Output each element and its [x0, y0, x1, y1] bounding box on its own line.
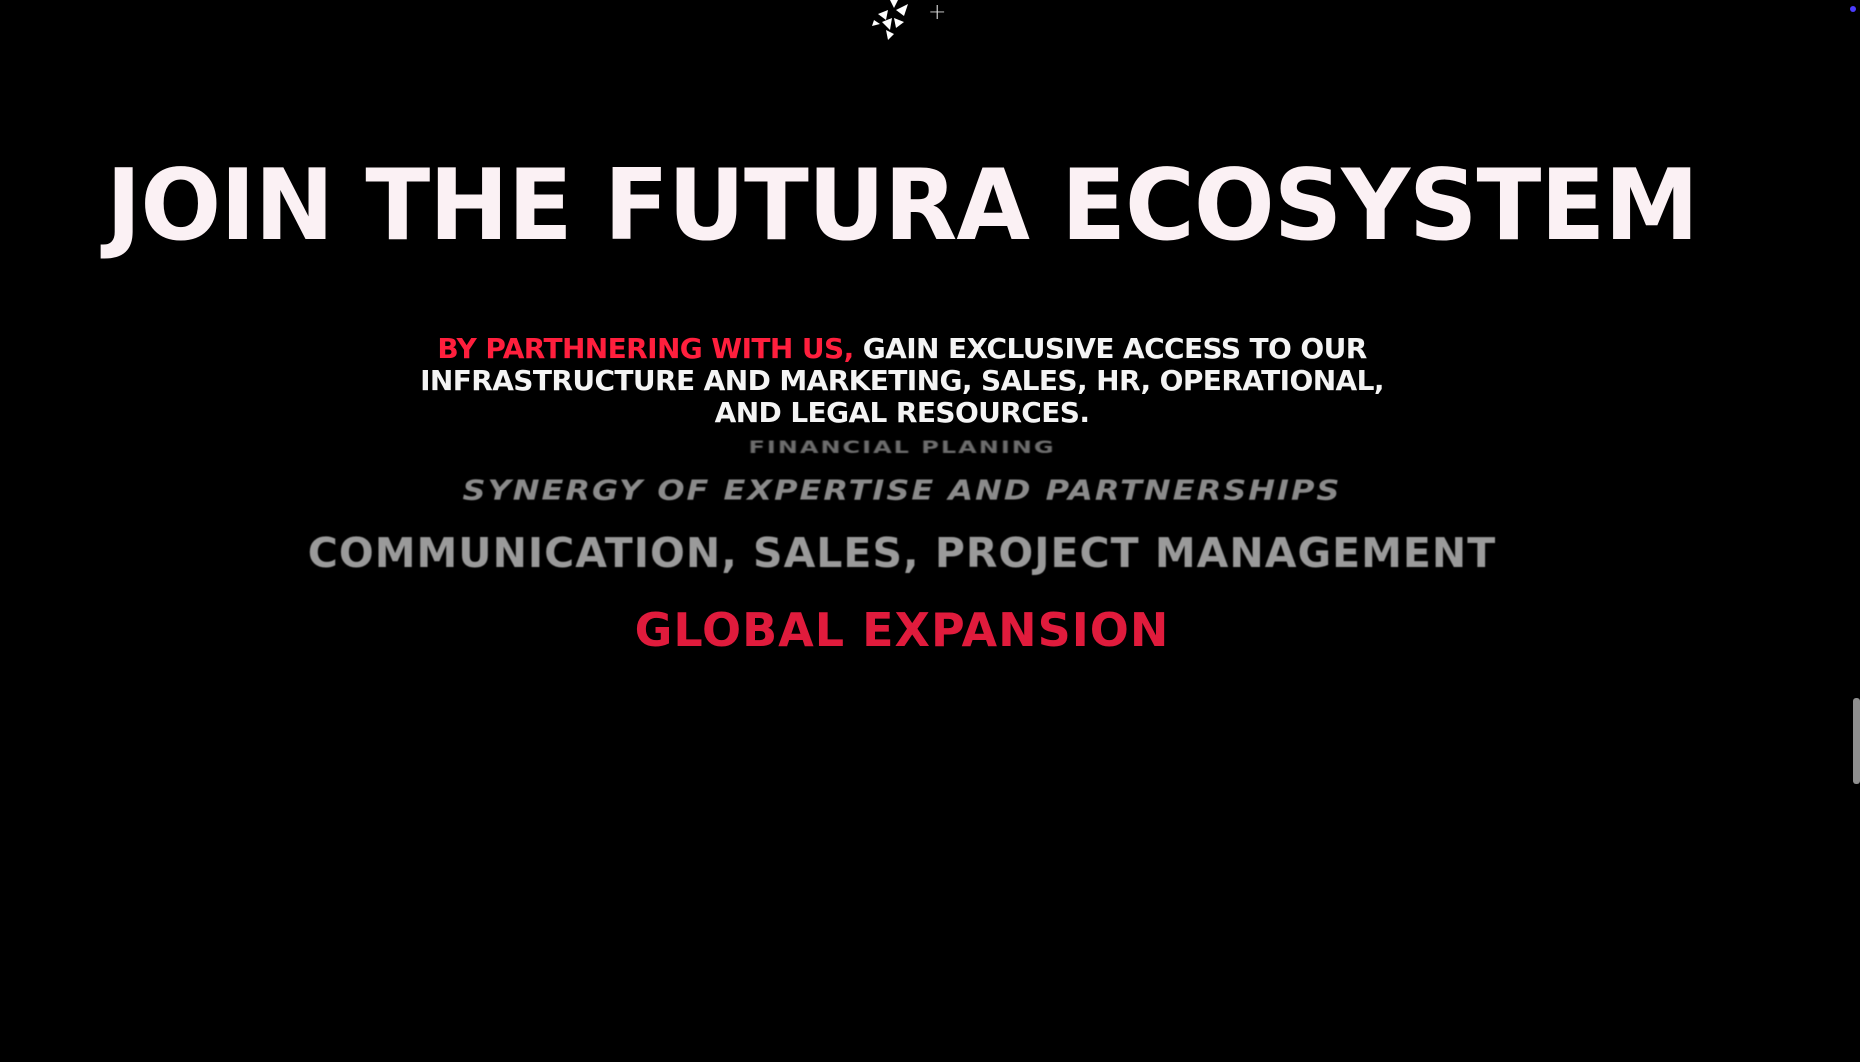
ticker-item-synergy: SYNERGY OF EXPERTISE AND PARTNERSHIPS [462, 473, 1342, 507]
page-title: JOIN THE FUTURA ECOSYSTEM [105, 149, 1699, 263]
partnership-intro: BY PARTHNERING WITH US, GAIN EXCLUSIVE A… [420, 333, 1384, 429]
ticker-item-global-expansion: GLOBAL EXPANSION [634, 603, 1170, 657]
ticker-item-communication: COMMUNICATION, SALES, PROJECT MANAGEMENT [307, 529, 1497, 577]
ticker-item-financial-planing: FINANCIAL PLANING [748, 439, 1056, 455]
plus-cursor-icon: + [928, 0, 947, 25]
snowflake-logo-icon[interactable] [868, 0, 916, 42]
status-dot [1850, 6, 1856, 12]
intro-accent: BY PARTHNERING WITH US, [437, 332, 854, 365]
scrollbar-thumb[interactable] [1853, 698, 1860, 784]
